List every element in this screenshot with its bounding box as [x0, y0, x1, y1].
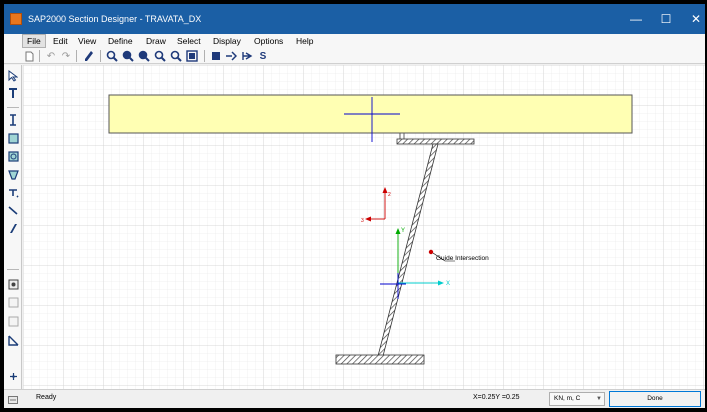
menu-options[interactable]: Options — [250, 34, 287, 48]
snap-icon[interactable] — [6, 369, 20, 383]
toolbar-separator — [39, 50, 40, 62]
i-section-icon[interactable] — [6, 113, 20, 127]
chevron-down-icon: ▼ — [596, 396, 602, 402]
app-icon — [10, 13, 22, 25]
palette-separator — [7, 269, 19, 270]
menu-display[interactable]: Display — [209, 34, 245, 48]
window-title: SAP2000 Section Designer - TRAVATA_DX — [28, 14, 202, 24]
menu-draw[interactable]: Draw — [142, 34, 170, 48]
top-flange-shape[interactable] — [396, 138, 475, 145]
minimize-button[interactable]: — — [621, 4, 651, 34]
done-button[interactable]: Done — [609, 391, 701, 407]
redo-icon[interactable]: ↷ — [59, 49, 73, 63]
section-properties-icon[interactable] — [224, 49, 238, 63]
circle-shape-icon[interactable] — [6, 149, 20, 163]
global-axis-y-label: Y — [401, 228, 405, 234]
coordinate-readout: X=0.25Y =0.25 — [473, 394, 520, 401]
status-icon — [8, 396, 18, 404]
bottom-flange-shape[interactable] — [335, 354, 425, 365]
zoom-all-icon[interactable] — [169, 49, 183, 63]
zoom-in-icon[interactable] — [121, 49, 135, 63]
global-axis-x-label: X — [446, 281, 450, 287]
reshape-icon[interactable] — [6, 86, 20, 100]
menu-file[interactable]: File — [22, 34, 46, 48]
zoom-out-icon[interactable] — [137, 49, 151, 63]
set-button[interactable]: S — [256, 49, 270, 63]
draw-line-icon[interactable] — [6, 221, 20, 235]
maximize-button[interactable]: ☐ — [651, 4, 681, 34]
pointer-icon[interactable] — [6, 69, 20, 83]
refresh-view-icon[interactable] — [185, 49, 199, 63]
rebar-rect-icon[interactable] — [6, 314, 20, 328]
menu-bar: File Edit View Define Draw Select Displa… — [4, 34, 705, 48]
new-icon[interactable] — [22, 49, 36, 63]
toolbar-separator — [204, 50, 205, 62]
palette-separator — [7, 107, 19, 108]
menu-help[interactable]: Help — [292, 34, 317, 48]
status-text: Ready — [36, 394, 57, 401]
toolbar-separator — [100, 50, 101, 62]
section-drawing: 2 3 Y X — [23, 65, 705, 389]
toolbar: ↶ ↷ S — [4, 48, 705, 64]
menu-view[interactable]: View — [74, 34, 100, 48]
local-axis-2-label: 2 — [388, 192, 391, 198]
zoom-window-icon[interactable] — [105, 49, 119, 63]
zoom-previous-icon[interactable] — [153, 49, 167, 63]
rebar-icon[interactable] — [6, 277, 20, 291]
tee-shape-icon[interactable] — [6, 185, 20, 199]
menu-select[interactable]: Select — [173, 34, 205, 48]
units-value: KN, m, C — [554, 395, 581, 402]
polygon-shape-icon[interactable] — [6, 167, 20, 181]
title-bar: SAP2000 Section Designer - TRAVATA_DX — … — [4, 4, 705, 34]
units-select[interactable]: KN, m, C ▼ — [549, 392, 605, 406]
app-window: SAP2000 Section Designer - TRAVATA_DX — … — [4, 4, 705, 408]
undo-icon[interactable]: ↶ — [44, 49, 58, 63]
local-axis-3-label: 3 — [361, 218, 364, 224]
fill-icon[interactable] — [209, 49, 223, 63]
drawing-canvas[interactable]: 2 3 Y X Guide Intersection — [23, 65, 705, 389]
pencil-icon[interactable] — [82, 49, 96, 63]
line-bar-icon[interactable] — [6, 203, 20, 217]
guide-intersection-point[interactable] — [428, 249, 434, 255]
interaction-surface-icon[interactable] — [240, 49, 254, 63]
close-button[interactable]: ✕ — [681, 4, 707, 34]
toolbar-separator — [76, 50, 77, 62]
status-bar: Ready X=0.25Y =0.25 KN, m, C ▼ Done — [4, 389, 705, 408]
caliper-icon[interactable] — [6, 333, 20, 347]
guide-intersection-label: Guide Intersection — [436, 255, 489, 262]
menu-edit[interactable]: Edit — [49, 34, 72, 48]
rectangle-shape-icon[interactable] — [6, 131, 20, 145]
menu-define[interactable]: Define — [104, 34, 137, 48]
rebar-line-icon[interactable] — [6, 295, 20, 309]
tool-palette — [4, 65, 22, 389]
